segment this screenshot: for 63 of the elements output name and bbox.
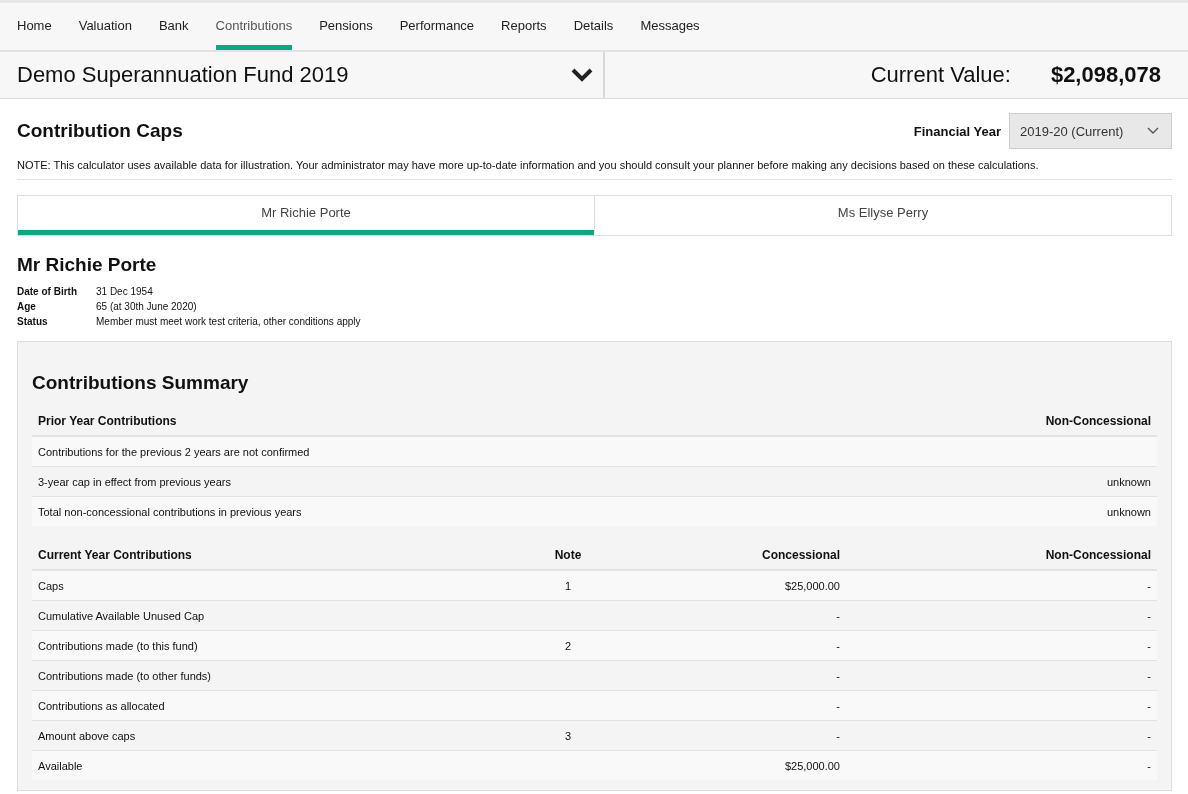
table-cell-text: Caps — [37, 579, 65, 592]
table-cell-text: unknown — [1105, 475, 1152, 488]
financial-year-dropdown[interactable]: 2019-20 (Current) — [1009, 113, 1172, 149]
column-header: Concessional — [760, 547, 841, 562]
current-value: $2,098,078 — [1050, 62, 1161, 88]
table-cell-text: - — [1146, 669, 1152, 682]
nav-tab[interactable]: Bank — [158, 3, 189, 50]
column-header: Non-Concessional — [1044, 547, 1152, 562]
table-cell-text: 3 — [563, 729, 573, 742]
table-cell-text: $25,000.00 — [783, 759, 841, 772]
table-cell-text: unknown — [1105, 505, 1152, 518]
nav-tab[interactable]: Pensions — [319, 3, 373, 50]
detail-value: 31 Dec 1954 — [96, 286, 154, 297]
nav-tab[interactable]: Messages — [640, 3, 700, 50]
table-cell-text: 1 — [563, 579, 573, 592]
table-cell-text: - — [1146, 759, 1152, 772]
table-cell-text: Contributions as allocated — [37, 699, 166, 712]
member-name: Mr Richie Porte — [17, 254, 158, 276]
detail-label: Date of Birth — [17, 286, 78, 297]
disclaimer-note: NOTE: This calculator uses available data for illustration. Your administrator may have more up-to-date information and you should consult your planner before making any decisions based on these calculations. — [17, 159, 1172, 180]
table-cell-text: Available — [37, 759, 84, 772]
detail-label: Age — [17, 301, 37, 312]
table-cell-text: Contributions made (to other funds) — [37, 669, 213, 682]
fund-selector[interactable]: Demo Superannuation Fund 2019 — [0, 52, 605, 98]
table-cell-text: 3-year cap in effect from previous years — [37, 475, 232, 488]
table-cell-text: Cumulative Available Unused Cap — [37, 609, 206, 622]
fund-name: Demo Superannuation Fund 2019 — [17, 62, 349, 88]
current-value-label: Current Value: — [870, 62, 1011, 88]
chevron-down-icon — [571, 68, 593, 82]
member-tab[interactable]: Ms Ellyse Perry — [594, 196, 1171, 235]
table-cell-text: Contributions made (to this fund) — [37, 639, 199, 652]
column-header: Non-Concessional — [1044, 413, 1152, 428]
detail-value: Member must meet work test criteria, other conditions apply — [96, 316, 362, 327]
column-header: Current Year Contributions — [37, 547, 193, 562]
table-cell-text: - — [1146, 699, 1152, 712]
nav-tab[interactable]: Reports — [501, 3, 547, 50]
table-cell-text: Total non-concessional contributions in previous years — [37, 505, 303, 518]
table-cell-text: - — [835, 669, 841, 682]
member-tab[interactable]: Mr Richie Porte — [18, 196, 594, 235]
table-cell-text: - — [835, 639, 841, 652]
table-cell-text: - — [835, 699, 841, 712]
chevron-down-icon — [1147, 127, 1159, 135]
section-title: Contributions Summary — [32, 372, 250, 394]
nav-tab[interactable]: Valuation — [78, 3, 132, 50]
column-header: Prior Year Contributions — [37, 413, 178, 428]
table-cell-text: Contributions for the previous 2 years are not confirmed — [37, 445, 311, 458]
table-cell-text: - — [1146, 639, 1152, 652]
detail-value: 65 (at 30th June 2020) — [96, 301, 198, 312]
table-cell-text: $25,000.00 — [783, 579, 841, 592]
page-title: Contribution Caps — [17, 120, 183, 142]
nav-tab[interactable]: Performance — [399, 3, 475, 50]
nav-tab[interactable]: Details — [573, 3, 614, 50]
column-header: Note — [553, 547, 583, 562]
table-cell-text: - — [835, 609, 841, 622]
table-cell-text: - — [1146, 579, 1152, 592]
table-cell-text: 2 — [563, 639, 573, 652]
table-cell-text: - — [1146, 729, 1152, 742]
nav-tab[interactable]: Home — [17, 3, 52, 50]
financial-year-label: Financial Year — [913, 123, 1001, 139]
table-cell-text: Amount above caps — [37, 729, 137, 742]
table-cell-text: - — [1146, 609, 1152, 622]
detail-label: Status — [17, 316, 49, 327]
table-cell-text: - — [835, 729, 841, 742]
